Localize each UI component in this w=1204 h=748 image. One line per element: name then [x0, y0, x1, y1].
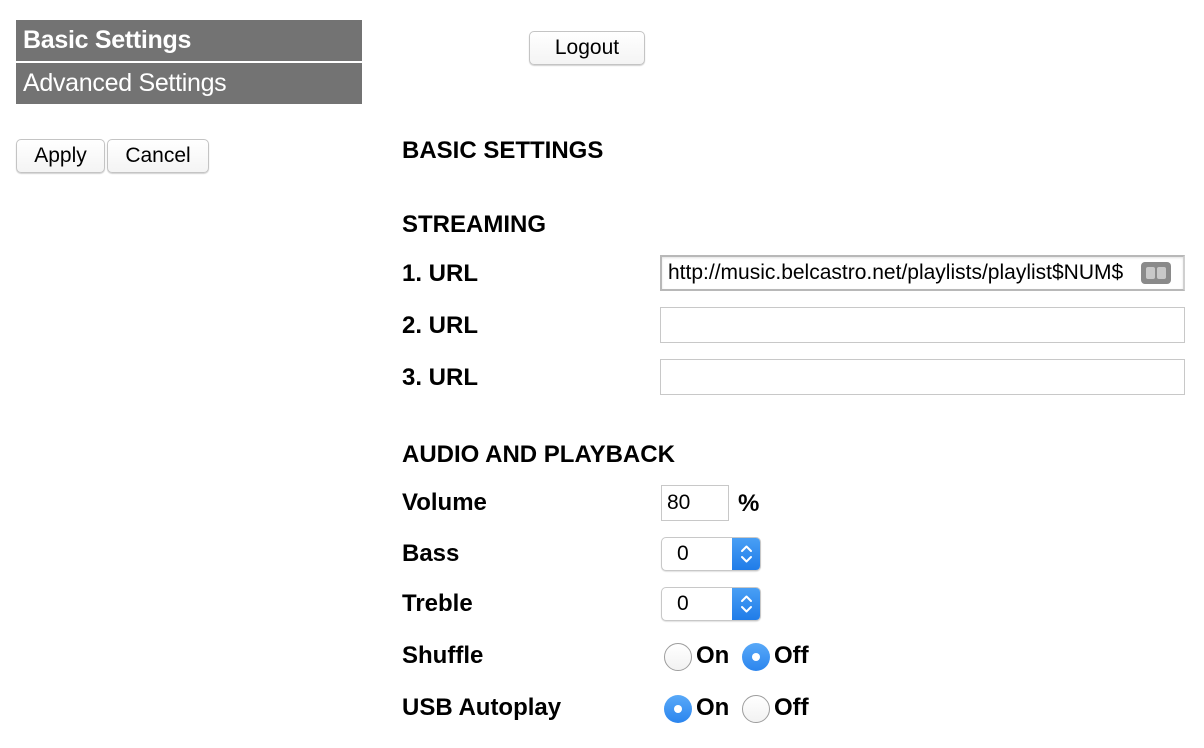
streaming-heading: STREAMING: [402, 211, 546, 238]
shuffle-off-radio[interactable]: [742, 643, 770, 671]
url-3-label: 3. URL: [402, 364, 479, 391]
shuffle-off-label[interactable]: Off: [774, 642, 809, 670]
bass-select-value: 0: [677, 542, 689, 565]
url-1-label: 1. URL: [402, 260, 479, 287]
usb-autoplay-on-label[interactable]: On: [696, 694, 729, 722]
settings-nav: Basic Settings Advanced Settings: [16, 20, 362, 104]
url-3-input[interactable]: [660, 359, 1185, 395]
treble-select[interactable]: 0: [661, 587, 761, 621]
nav-item-advanced-settings[interactable]: Advanced Settings: [16, 63, 362, 104]
url-2-input[interactable]: [660, 307, 1185, 343]
usb-autoplay-on-radio[interactable]: [664, 695, 692, 723]
usb-autoplay-off-radio[interactable]: [742, 695, 770, 723]
url-2-label: 2. URL: [402, 312, 479, 339]
treble-select-value: 0: [677, 592, 689, 615]
volume-label: Volume: [402, 489, 487, 516]
cancel-button[interactable]: Cancel: [107, 139, 209, 173]
volume-input[interactable]: [661, 485, 729, 521]
usb-autoplay-off-label[interactable]: Off: [774, 694, 809, 722]
page-title: BASIC SETTINGS: [402, 137, 604, 164]
audio-playback-heading: AUDIO AND PLAYBACK: [402, 441, 675, 468]
contacts-autofill-icon[interactable]: [1141, 262, 1171, 284]
chevron-up-down-icon: [732, 588, 760, 620]
logout-button[interactable]: Logout: [529, 31, 645, 65]
shuffle-label: Shuffle: [402, 642, 484, 669]
volume-unit: %: [738, 490, 760, 517]
apply-button[interactable]: Apply: [16, 139, 105, 173]
treble-label: Treble: [402, 590, 473, 617]
bass-select[interactable]: 0: [661, 537, 761, 571]
nav-item-basic-settings[interactable]: Basic Settings: [16, 20, 362, 61]
shuffle-on-label[interactable]: On: [696, 642, 729, 670]
bass-label: Bass: [402, 540, 460, 567]
shuffle-on-radio[interactable]: [664, 643, 692, 671]
url-1-input[interactable]: [660, 255, 1185, 291]
usb-autoplay-label: USB Autoplay: [402, 694, 562, 721]
chevron-up-down-icon: [732, 538, 760, 570]
